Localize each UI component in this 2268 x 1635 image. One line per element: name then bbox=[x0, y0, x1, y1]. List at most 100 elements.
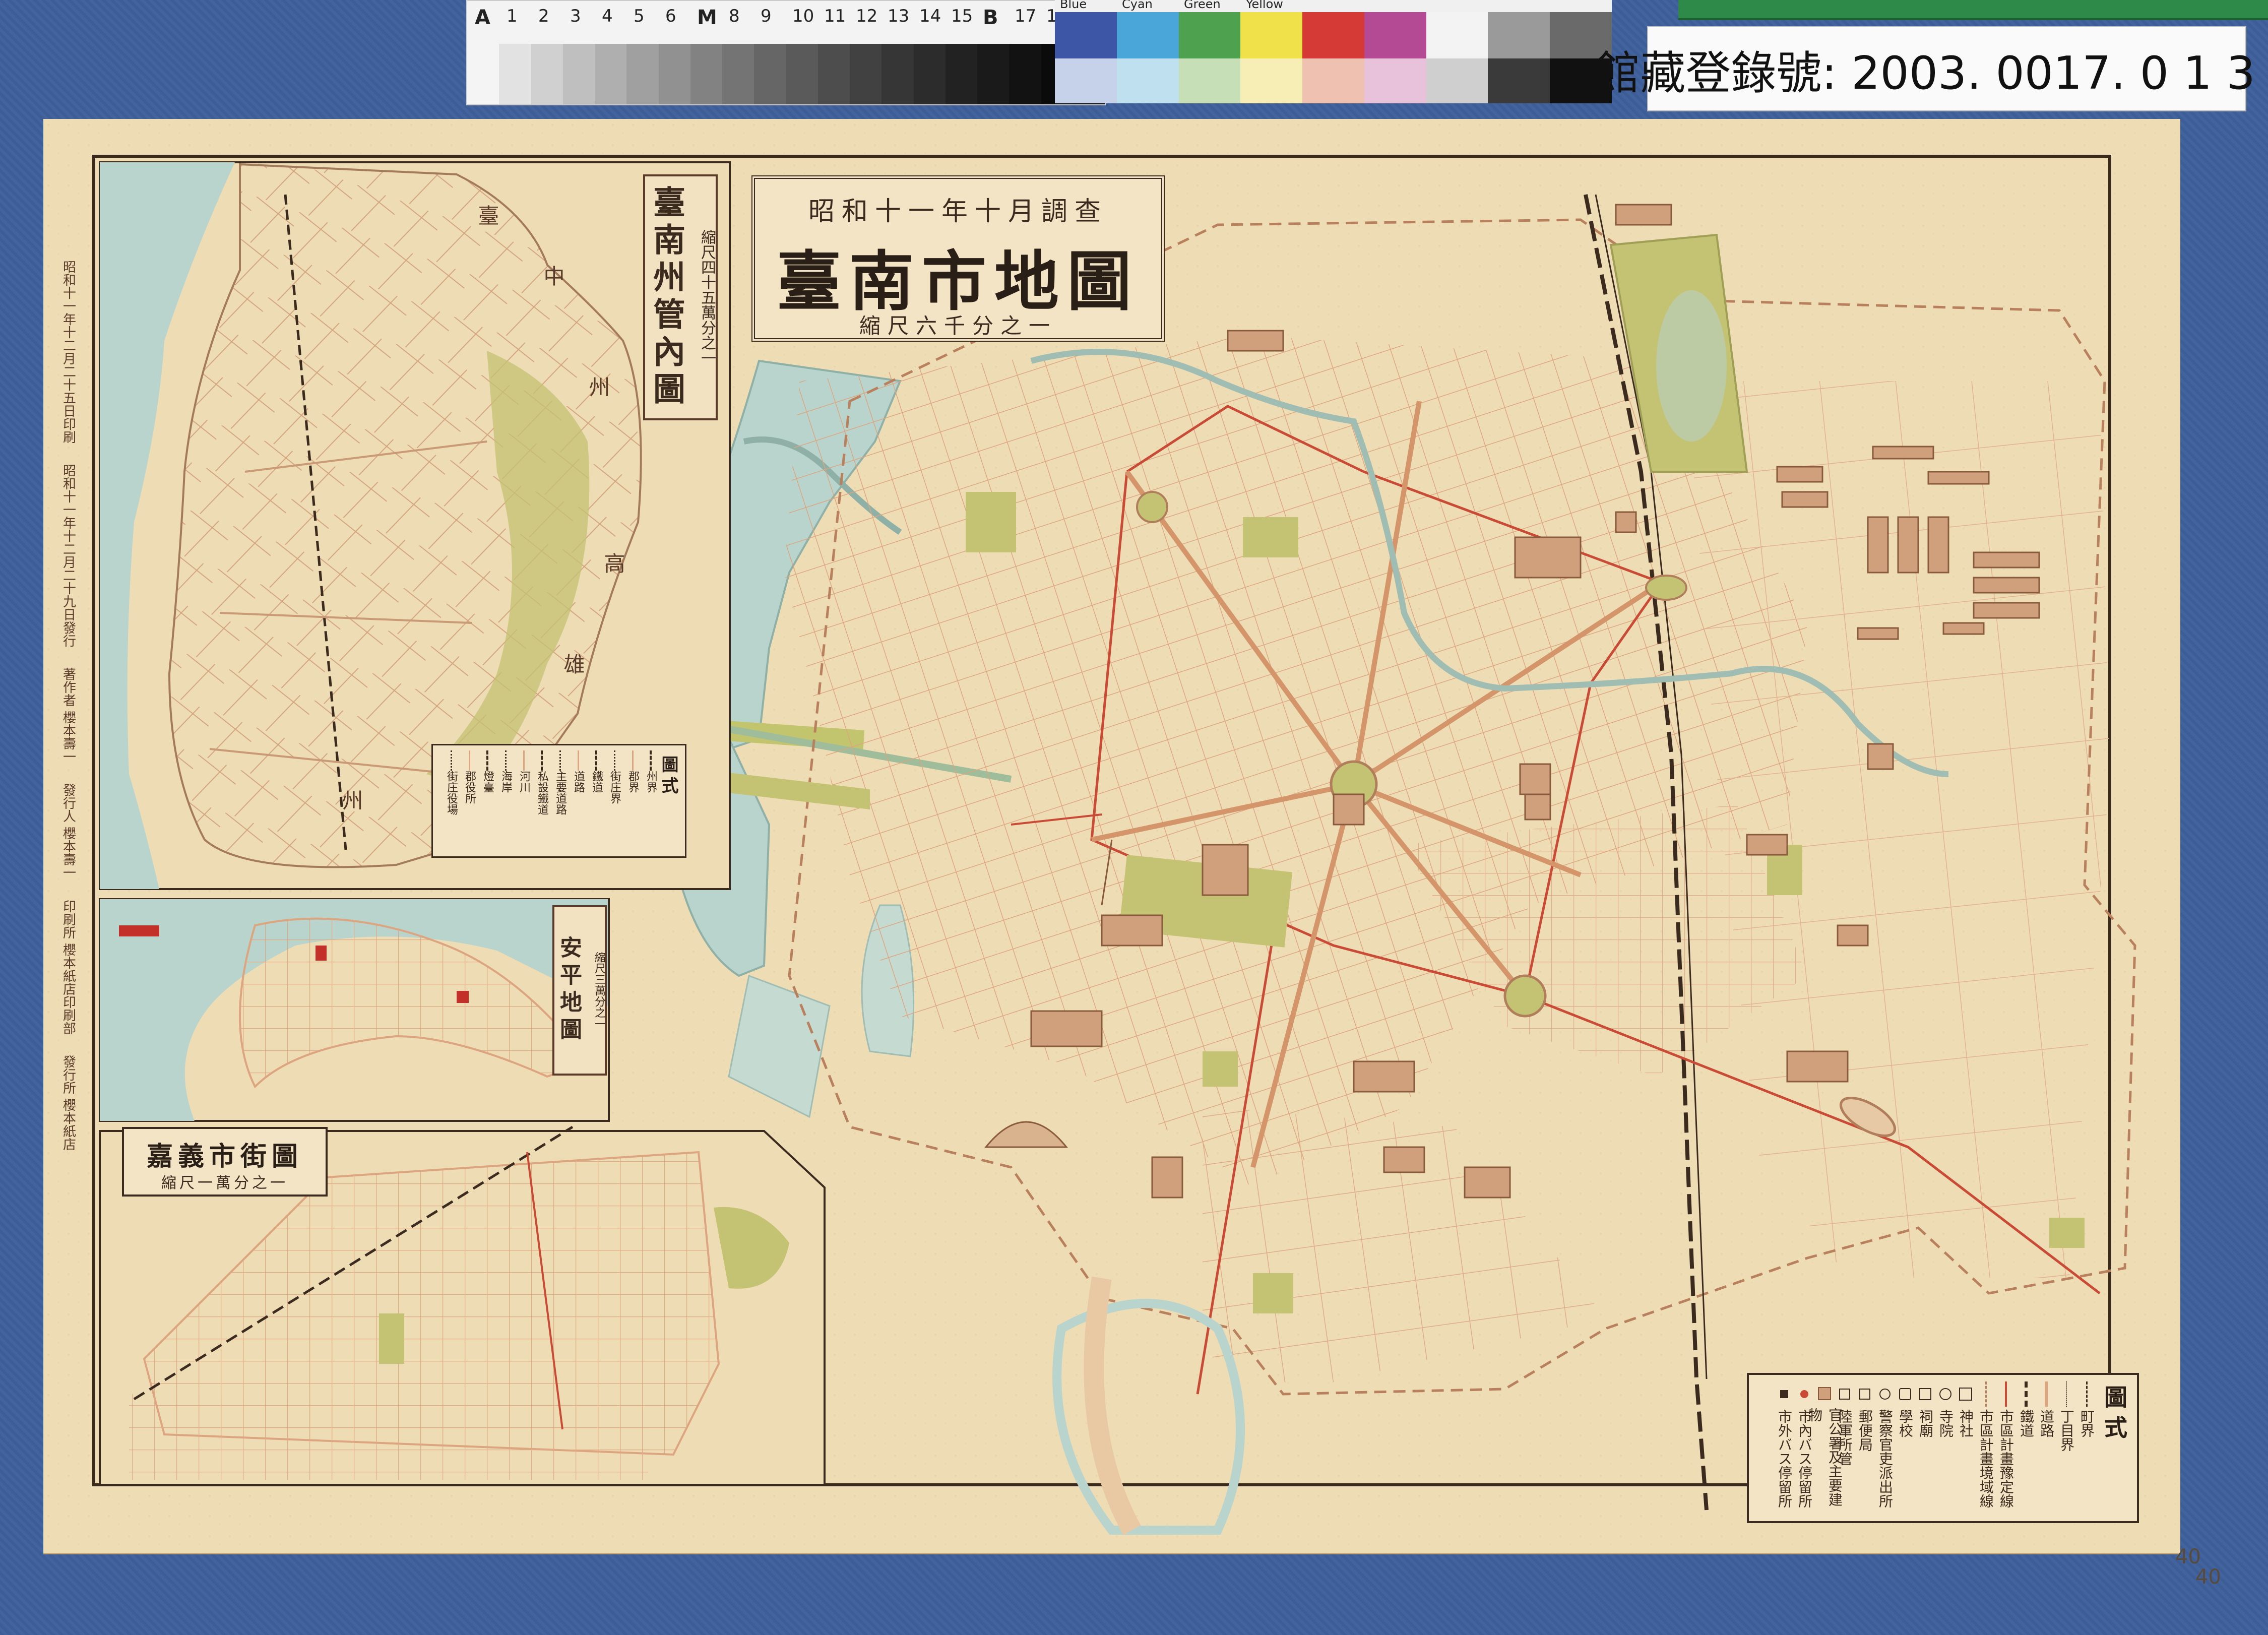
prefecture-legend-item: 鐵道 bbox=[587, 750, 605, 851]
prefecture-legend-label: 私設鐵道 bbox=[536, 771, 548, 815]
prefecture-legend-symbol bbox=[486, 750, 488, 771]
grayscale-swatch bbox=[850, 44, 882, 104]
legend-item: 官公署及主要建物 bbox=[1806, 1379, 1843, 1515]
prefecture-legend-label: 道路 bbox=[572, 771, 585, 793]
survey-date: 昭和十一年十月調查 bbox=[808, 197, 1108, 227]
prefecture-inset-title: 臺南州管內圖 縮尺四十五萬分之一 bbox=[643, 174, 718, 420]
grayscale-swatch bbox=[754, 44, 786, 104]
color-swatch bbox=[1302, 58, 1364, 103]
legend-symbol bbox=[1877, 1379, 1893, 1409]
prefecture-legend-item: 街庄界 bbox=[605, 750, 623, 851]
color-swatch-row-1 bbox=[1055, 12, 1612, 58]
legend-item: 陸軍所管 bbox=[1835, 1379, 1855, 1515]
prefecture-legend-label: 街庄役場 bbox=[445, 771, 458, 815]
region-label-taichung-1: 臺 bbox=[475, 205, 499, 226]
grayscale-labels: A123456M89101112131415B171819 bbox=[467, 6, 1105, 41]
grayscale-calibration-strip: A123456M89101112131415B171819 bbox=[466, 0, 1106, 105]
grayscale-label: 1 bbox=[507, 6, 518, 26]
prefecture-legend-title: 圖式 bbox=[658, 756, 678, 798]
prefecture-legend-item: 郡界 bbox=[623, 750, 642, 851]
color-swatch bbox=[1488, 12, 1550, 58]
color-names: Blue Cyan Green Yellow bbox=[1055, 0, 1612, 12]
grayscale-label: 3 bbox=[570, 6, 581, 26]
prefecture-legend-item: 海岸 bbox=[496, 750, 515, 851]
color-swatch bbox=[1240, 58, 1303, 103]
grayscale-swatch bbox=[499, 44, 531, 104]
anping-scale: 縮尺三萬分之一 bbox=[593, 952, 605, 1029]
prefecture-legend-item: 燈臺 bbox=[478, 750, 496, 851]
grayscale-label: 8 bbox=[729, 6, 740, 26]
legend-item: 丁目界 bbox=[2056, 1379, 2076, 1515]
grayscale-label: 17 bbox=[1015, 6, 1037, 26]
legend-symbol bbox=[1898, 1379, 1913, 1409]
legend-label: 警察官吏派出所 bbox=[1877, 1409, 1894, 1508]
prefecture-legend-label: 主要道路 bbox=[554, 771, 566, 815]
prefecture-legend-item: 街庄役場 bbox=[442, 750, 460, 851]
prefecture-legend-symbol bbox=[613, 750, 615, 771]
prefecture-legend-item: 河川 bbox=[515, 750, 533, 851]
colophon-line: 昭和十一年十二月二十五日印刷 bbox=[60, 260, 76, 444]
legend-item: 學校 bbox=[1895, 1379, 1915, 1515]
legend-symbol bbox=[1998, 1379, 2013, 1409]
grayscale-swatch bbox=[881, 44, 914, 104]
legend-label: 陸軍所管 bbox=[1837, 1409, 1853, 1466]
main-legend: 圖式 町界 丁目界 道路 鐵道 市區計畫豫定線 市區計畫境域線 神社 寺院 祠廟 學校 警察官吏派出… bbox=[1747, 1373, 2139, 1523]
chiayi-scale: 縮尺一萬分之一 bbox=[161, 1174, 288, 1192]
grayscale-label: 4 bbox=[602, 6, 613, 26]
color-swatch bbox=[1055, 12, 1117, 58]
prefecture-legend: 圖式 州界 郡界 街庄界 鐵道 道路 主要道路 私設鐵道 河川 海岸 燈臺 郡役所 街庄役場 bbox=[431, 744, 686, 858]
color-swatch bbox=[1178, 58, 1241, 103]
color-swatch bbox=[1116, 12, 1179, 58]
prefecture-legend-label: 鐵道 bbox=[590, 771, 603, 793]
grayscale-label: B bbox=[983, 6, 998, 29]
pencil-mark-2: 40 bbox=[2195, 1565, 2221, 1589]
region-label-kaohsiung-2: 雄 bbox=[560, 653, 585, 674]
prefecture-legend-label: 燈臺 bbox=[481, 771, 494, 793]
legend-symbol bbox=[1837, 1379, 1852, 1409]
grayscale-label: 14 bbox=[919, 6, 941, 26]
prefecture-legend-symbol bbox=[468, 750, 470, 771]
legend-label: 丁目界 bbox=[2058, 1409, 2075, 1452]
chiayi-title: 嘉義市街圖 bbox=[146, 1141, 303, 1172]
colophon: 昭和十一年十二月二十五日印刷 昭和十一年十二月二十九日發行 著作者 櫻本壽一 發行人 … bbox=[43, 260, 94, 1470]
grayscale-swatch bbox=[626, 44, 659, 104]
legend-item: 警察官吏派出所 bbox=[1875, 1379, 1895, 1515]
grayscale-swatch bbox=[817, 44, 850, 104]
legend-item: 市外バス停留所 bbox=[1774, 1379, 1794, 1515]
prefecture-legend-symbol bbox=[505, 750, 507, 771]
grayscale-label: A bbox=[475, 6, 490, 29]
color-swatch bbox=[1488, 58, 1550, 103]
prefecture-legend-symbol bbox=[595, 750, 597, 771]
colophon-line: 發行所 櫻本紙店 bbox=[60, 1054, 76, 1151]
colophon-line: 印刷所 櫻本紙店印刷部 bbox=[60, 899, 76, 1035]
color-name: Yellow bbox=[1246, 0, 1283, 11]
color-name: Green bbox=[1184, 0, 1221, 11]
colophon-line: 發行人 櫻本壽一 bbox=[60, 783, 76, 879]
grayscale-swatch bbox=[595, 44, 627, 104]
color-swatch bbox=[1426, 12, 1488, 58]
legend-symbol bbox=[1777, 1379, 1792, 1409]
region-label-taichung-3: 州 bbox=[586, 376, 610, 397]
prefecture-legend-symbol bbox=[450, 750, 452, 771]
legend-item: 道路 bbox=[2036, 1379, 2056, 1515]
grayscale-label: 2 bbox=[538, 6, 549, 26]
region-label-kaohsiung-1: 高 bbox=[601, 552, 625, 574]
main-title-block: 昭和十一年十月調查 臺南市地圖 縮尺六千分之一 bbox=[751, 175, 1165, 342]
legend-symbol bbox=[1938, 1379, 1953, 1409]
grayscale-label: 13 bbox=[888, 6, 910, 26]
legend-label: 市區計畫豫定線 bbox=[1998, 1409, 2014, 1508]
colophon-line: 著作者 櫻本壽一 bbox=[60, 667, 76, 764]
legend-label: 郵便局 bbox=[1857, 1409, 1873, 1452]
grayscale-swatch bbox=[1009, 44, 1041, 104]
prefecture-legend-label: 郡界 bbox=[626, 771, 639, 793]
grayscale-swatch bbox=[786, 44, 818, 104]
grayscale-swatch bbox=[658, 44, 690, 104]
legend-item: 神社 bbox=[1956, 1379, 1976, 1515]
grayscale-swatch bbox=[945, 44, 977, 104]
legend-symbol bbox=[1978, 1379, 1993, 1409]
color-name: Blue bbox=[1060, 0, 1087, 11]
legend-label: 神社 bbox=[1958, 1409, 1974, 1437]
grayscale-swatch bbox=[977, 44, 1010, 104]
prefecture-title: 臺南州管內圖 bbox=[648, 185, 685, 409]
legend-label: 道路 bbox=[2038, 1409, 2055, 1437]
